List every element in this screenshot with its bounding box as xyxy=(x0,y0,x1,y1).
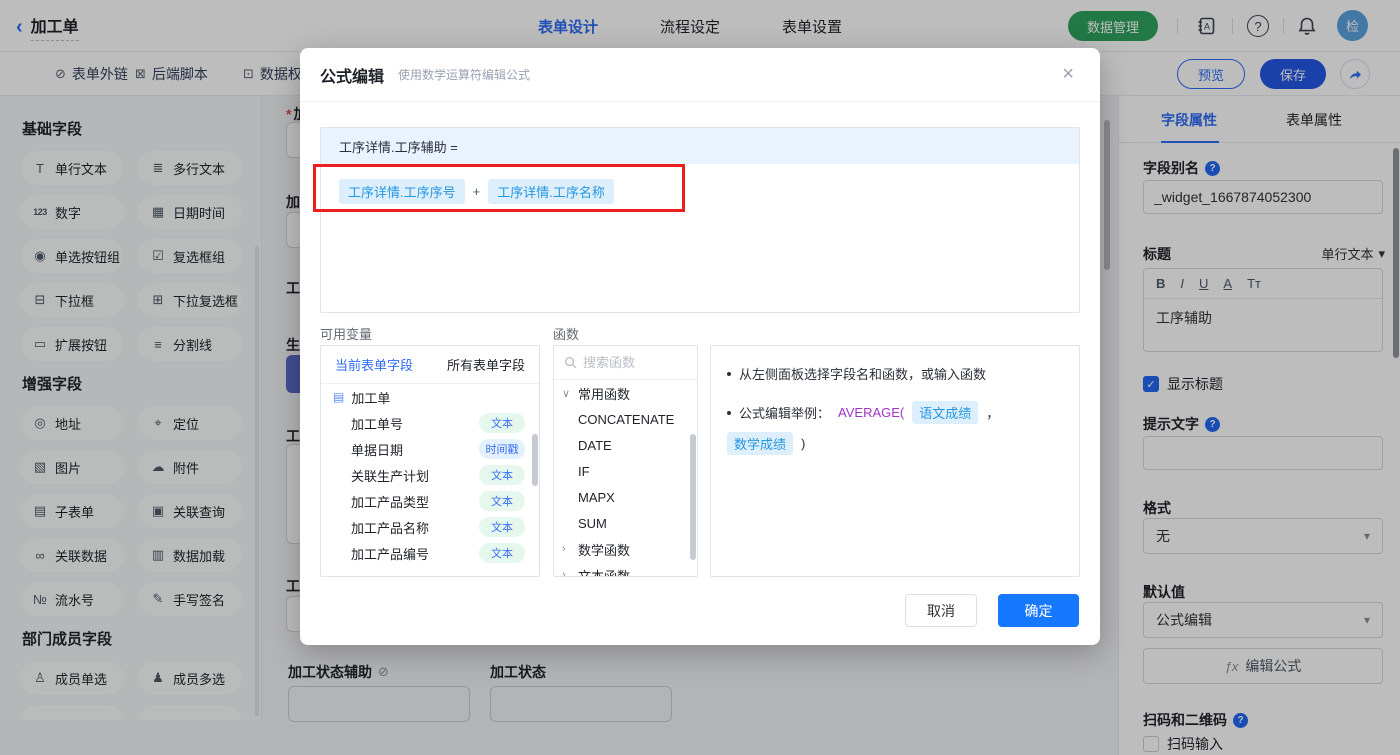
formula-editor: 工序详情.工序辅助 = 工序详情.工序序号 + 工序详情.工序名称 xyxy=(320,127,1080,313)
function-item[interactable]: IF xyxy=(554,458,697,484)
functions-section-label: 函数 xyxy=(553,327,580,342)
tab-current-form-fields[interactable]: 当前表单字段 xyxy=(335,355,413,374)
search-icon xyxy=(564,356,577,369)
type-badge: 文本 xyxy=(479,465,525,485)
function-search[interactable] xyxy=(554,346,697,380)
chevron-down-icon: ∨ xyxy=(562,387,571,400)
dialog-subtitle: 使用数学运算符编辑公式 xyxy=(398,68,531,82)
variable-row[interactable]: 加工产品编号 文本 xyxy=(321,540,539,566)
functions-scrollbar[interactable] xyxy=(690,434,696,560)
function-item[interactable]: CONCATENATE xyxy=(554,406,697,432)
search-input[interactable] xyxy=(583,355,675,370)
hints-panel: 从左侧面板选择字段名和函数，或输入函数 公式编辑举例： AVERAGE( 语文成… xyxy=(710,345,1080,577)
example-chip: 语文成绩 xyxy=(912,401,979,424)
type-badge: 文本 xyxy=(479,517,525,537)
confirm-button[interactable]: 确定 xyxy=(998,594,1079,627)
functions-panel: ∨常用函数 CONCATENATE DATE IF MAPX SUM ›数学函数… xyxy=(553,345,698,577)
chevron-right-icon: › xyxy=(562,543,566,555)
variables-scrollbar[interactable] xyxy=(532,434,538,486)
function-item[interactable]: SUM xyxy=(554,510,697,536)
type-badge: 时间戳 xyxy=(479,439,525,459)
hint-line-1: 从左侧面板选择字段名和函数，或输入函数 xyxy=(727,364,1063,383)
variables-section-label: 可用变量 xyxy=(320,327,373,342)
variables-panel: 当前表单字段 所有表单字段 ▤ 加工单 加工单号 文本 单据日期 时间戳 关联生产计… xyxy=(320,345,540,577)
cancel-button[interactable]: 取消 xyxy=(905,594,977,627)
function-group-expanded[interactable]: ∨ 常用函数 xyxy=(554,380,697,406)
formula-edit-dialog: 公式编辑 使用数学运算符编辑公式 × 工序详情.工序辅助 = 工序详情.工序序号… xyxy=(300,48,1100,645)
variable-row[interactable]: 加工产品类型 文本 xyxy=(321,488,539,514)
function-item[interactable]: DATE xyxy=(554,432,697,458)
function-group-collapsed[interactable]: › 文本函数 xyxy=(554,562,697,577)
chevron-right-icon: › xyxy=(562,569,566,577)
function-item[interactable]: MAPX xyxy=(554,484,697,510)
formula-target: 工序详情.工序辅助 = xyxy=(321,128,1079,164)
document-icon: ▤ xyxy=(333,390,345,404)
hint-line-2: 公式编辑举例： AVERAGE( 语文成绩 ， 数学成绩 ) xyxy=(727,401,1063,455)
tab-all-form-fields[interactable]: 所有表单字段 xyxy=(447,355,525,374)
annotation-highlight-box xyxy=(313,164,685,212)
type-badge: 文本 xyxy=(479,413,525,433)
type-badge: 文本 xyxy=(479,491,525,511)
dialog-title: 公式编辑 xyxy=(320,68,385,86)
example-chip: 数学成绩 xyxy=(727,432,794,455)
variable-row[interactable]: 单据日期 时间戳 xyxy=(321,436,539,462)
dialog-header: 公式编辑 使用数学运算符编辑公式 × xyxy=(300,48,1100,102)
function-name: AVERAGE( xyxy=(838,405,905,420)
bullet-icon xyxy=(727,371,731,376)
tree-root[interactable]: ▤ 加工单 xyxy=(321,384,539,410)
function-group-collapsed[interactable]: › 数学函数 xyxy=(554,536,697,562)
bullet-icon xyxy=(727,410,731,415)
variable-row[interactable]: 加工产品名称 文本 xyxy=(321,514,539,540)
variable-row[interactable]: 加工单号 文本 xyxy=(321,410,539,436)
close-icon[interactable]: × xyxy=(1062,64,1074,84)
variable-row[interactable]: 关联生产计划 文本 xyxy=(321,462,539,488)
type-badge: 文本 xyxy=(479,543,525,563)
